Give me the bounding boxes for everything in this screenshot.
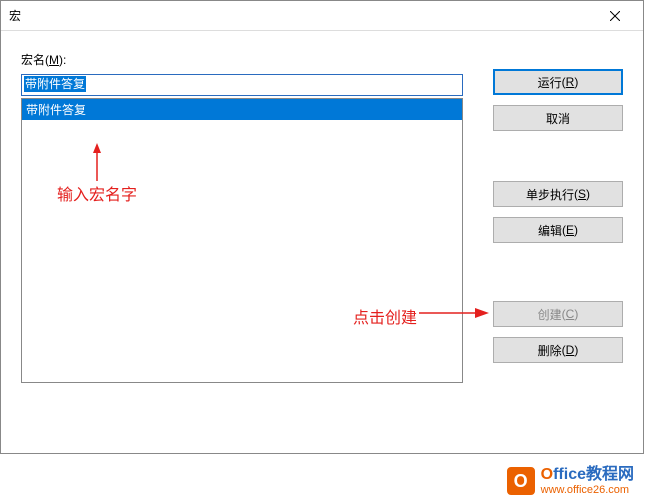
edit-button[interactable]: 编辑(E): [493, 217, 623, 243]
run-button[interactable]: 运行(R): [493, 69, 623, 95]
macro-name-selection: 带附件答复: [24, 76, 86, 92]
close-button[interactable]: [595, 2, 635, 30]
watermark: O Office教程网 www.office26.com: [507, 466, 634, 496]
watermark-text: Office教程网 www.office26.com: [541, 466, 634, 496]
macro-dialog: 宏 宏名(M): 带附件答复 带附件答复 运行(R) 取消: [0, 0, 644, 454]
macro-name-input[interactable]: [21, 74, 463, 96]
cancel-button[interactable]: 取消: [493, 105, 623, 131]
button-panel: 运行(R) 取消 单步执行(S) 编辑(E) 创建(C) 删除(D): [493, 51, 623, 383]
titlebar: 宏: [1, 1, 643, 31]
list-item[interactable]: 带附件答复: [22, 99, 462, 120]
window-title: 宏: [9, 7, 595, 24]
create-button[interactable]: 创建(C): [493, 301, 623, 327]
watermark-logo-icon: O: [507, 467, 535, 495]
dialog-content: 宏名(M): 带附件答复 带附件答复 运行(R) 取消 单步执行(S) 编辑(E…: [1, 31, 643, 393]
macro-name-label: 宏名(M):: [21, 51, 463, 68]
watermark-title: Office教程网: [541, 466, 634, 484]
watermark-url: www.office26.com: [541, 484, 634, 496]
left-panel: 宏名(M): 带附件答复 带附件答复: [21, 51, 463, 383]
close-icon: [610, 11, 620, 21]
macro-list[interactable]: 带附件答复: [21, 98, 463, 383]
delete-button[interactable]: 删除(D): [493, 337, 623, 363]
step-button[interactable]: 单步执行(S): [493, 181, 623, 207]
macro-name-input-wrap: 带附件答复: [21, 74, 463, 96]
